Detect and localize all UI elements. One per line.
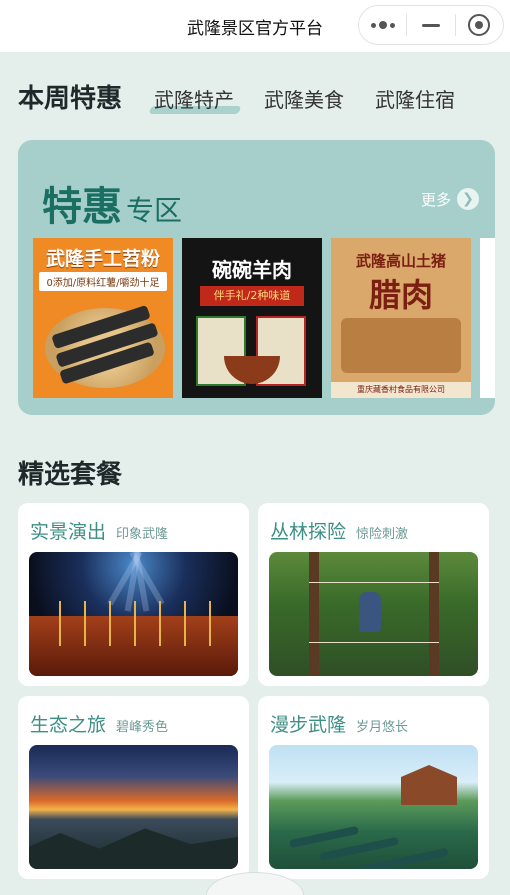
more-button[interactable] xyxy=(359,6,406,44)
offer-title-big: 特惠 xyxy=(42,183,122,230)
package-image xyxy=(29,745,238,869)
chevron-right-icon: ❯ xyxy=(457,188,479,210)
minimize-button[interactable] xyxy=(407,6,454,44)
package-header: 实景演出 印象武隆 xyxy=(30,517,168,544)
package-name: 生态之旅 xyxy=(30,714,107,736)
package-subtitle: 惊险刺激 xyxy=(356,527,409,542)
product-card[interactable]: 武隆手工苕粉 0添加/原料红薯/嚼劲十足 xyxy=(33,238,173,398)
tab-lodging[interactable]: 武隆住宿 xyxy=(375,84,455,113)
package-card-jungle[interactable]: 丛林探险 惊险刺激 xyxy=(258,503,489,686)
product-image xyxy=(341,318,461,373)
target-icon xyxy=(468,14,491,36)
product-name: 碗碗羊肉 xyxy=(212,258,292,282)
package-image xyxy=(269,552,478,676)
product-card[interactable]: 碗碗羊肉 伴手礼/2种味道 xyxy=(182,238,322,398)
package-card-walk[interactable]: 漫步武隆 岁月悠长 xyxy=(258,696,489,879)
more-dots-icon xyxy=(370,21,395,29)
package-card-eco[interactable]: 生态之旅 碧峰秀色 xyxy=(18,696,249,879)
product-tagline: 重庆藏香村食品有限公司 xyxy=(331,382,471,398)
package-name: 丛林探险 xyxy=(270,521,347,543)
minus-icon xyxy=(421,23,440,27)
more-label: 更多 xyxy=(420,190,451,209)
package-card-show[interactable]: 实景演出 印象武隆 xyxy=(18,503,249,686)
tab-food[interactable]: 武隆美食 xyxy=(264,84,344,113)
package-header: 丛林探险 惊险刺激 xyxy=(270,517,408,544)
special-offer-card: 特惠 专区 更多 ❯ 武隆手工苕粉 0添加/原料红薯/嚼劲十足 碗碗羊肉 伴手礼… xyxy=(18,140,495,415)
package-header: 生态之旅 碧峰秀色 xyxy=(30,710,168,737)
package-subtitle: 碧峰秀色 xyxy=(116,720,169,735)
tab-specialty[interactable]: 武隆特产 xyxy=(154,84,234,113)
section-heading-weekly: 本周特惠 xyxy=(18,84,123,114)
package-image xyxy=(29,552,238,676)
package-header: 漫步武隆 岁月悠长 xyxy=(270,710,408,737)
weekly-deals-tabs: 本周特惠 武隆特产 武隆美食 武隆住宿 xyxy=(18,78,498,122)
offer-title-small: 专区 xyxy=(126,194,183,227)
product-name: 武隆手工苕粉 xyxy=(45,248,160,270)
product-tagline: 伴手礼/2种味道 xyxy=(200,286,304,306)
title-bar: 武隆景区官方平台 xyxy=(0,0,510,52)
mini-program-capsule xyxy=(358,5,504,45)
offer-more-link[interactable]: 更多 ❯ xyxy=(421,188,479,210)
product-card[interactable]: 武隆高山土猪 腊肉 重庆藏香村食品有限公司 xyxy=(331,238,471,398)
offer-heading: 特惠 专区 xyxy=(42,174,182,232)
product-card-partial[interactable] xyxy=(480,238,495,398)
product-tagline: 0添加/原料红薯/嚼劲十足 xyxy=(39,272,167,291)
package-name: 漫步武隆 xyxy=(270,714,347,736)
package-name: 实景演出 xyxy=(30,521,107,543)
close-button[interactable] xyxy=(456,6,503,44)
section-heading-packages: 精选套餐 xyxy=(18,460,123,490)
product-name: 武隆高山土猪 xyxy=(355,252,446,270)
product-name-line2: 腊肉 xyxy=(368,276,433,314)
package-image xyxy=(269,745,478,869)
package-subtitle: 印象武隆 xyxy=(116,527,169,542)
product-carousel[interactable]: 武隆手工苕粉 0添加/原料红薯/嚼劲十足 碗碗羊肉 伴手礼/2种味道 武隆高山土… xyxy=(33,238,495,398)
package-subtitle: 岁月悠长 xyxy=(356,720,409,735)
